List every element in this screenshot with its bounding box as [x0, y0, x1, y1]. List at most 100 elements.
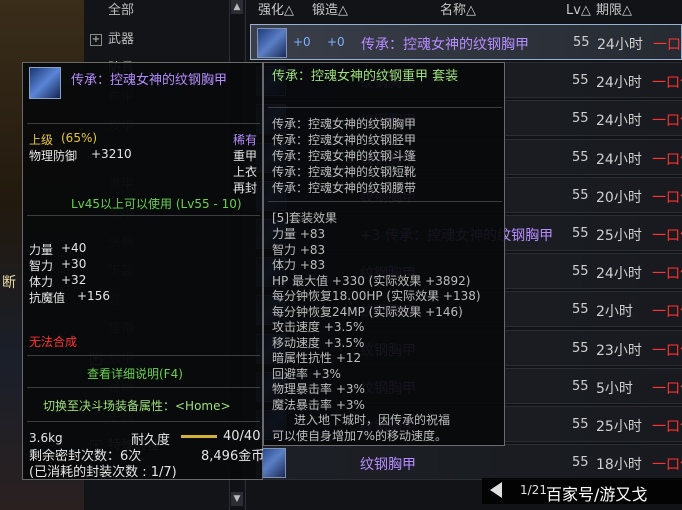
item-name: 传承：控魂女神的纹钢胸甲 [361, 37, 529, 53]
divider [268, 107, 502, 108]
stat-value: +156 [77, 289, 110, 303]
stat-value: +40 [61, 241, 87, 255]
set-effect-line: 每分钟恢复18.00HP (实际效果 +138) [272, 289, 481, 303]
item-level: 55 [572, 73, 589, 89]
divider [27, 123, 260, 124]
scroll-down-icon[interactable]: ▼ [231, 492, 243, 506]
set-effect-line: 魔法暴击率 +3% [272, 397, 365, 412]
expand-icon[interactable]: + [90, 33, 102, 46]
item-type-2: 上衣 [233, 165, 258, 179]
stat-value: +30 [61, 257, 87, 271]
set-effect-line: 智力 +83 [272, 242, 326, 257]
item-level: 55 [572, 417, 589, 432]
defense-label: 物理防御 [29, 149, 78, 163]
table-row[interactable]: 纹钢胸甲 55 18小时一口价 [250, 444, 682, 481]
set-piece: 传承：控魂女神的纹钢短靴 [272, 165, 417, 179]
durability-value: 40/40 [223, 429, 261, 444]
price-type: 一口价 [652, 228, 682, 244]
page-indicator: 1/21 [520, 483, 547, 497]
price-type: 一口价 [652, 113, 682, 130]
scroll-up-icon[interactable]: ▲ [231, 0, 243, 14]
price-type: 一口价 [652, 419, 682, 435]
item-rarity: 稀有 [233, 133, 258, 147]
item-level: 55 [572, 302, 589, 318]
stat-label: 力量 [29, 243, 54, 257]
item-period: 24小时 [597, 37, 643, 53]
item-grade: 上级 [29, 133, 54, 147]
item-period: 25小时 [596, 228, 642, 244]
prev-page-icon[interactable] [490, 482, 502, 498]
item-period: 18小时 [596, 457, 642, 474]
table-row[interactable]: +0 +0 传承：控魂女神的纹钢胸甲 55 24小时一口价 [250, 24, 682, 60]
set-effect-line: 回避率 +3% [272, 366, 341, 381]
set-effect-line: 进入地下城时，因传承的祝福 [294, 413, 451, 427]
price-type: 一口价 [652, 380, 682, 397]
category-item[interactable]: + 武器 [90, 29, 134, 51]
set-piece: 传承：控魂女神的纹钢胸甲 [272, 117, 417, 131]
price-type: 一口价 [653, 37, 682, 53]
set-piece: 传承：控魂女神的纹钢腰带 [272, 181, 417, 195]
item-type-1: 重甲 [233, 149, 258, 163]
category-item[interactable]: 全部 [108, 0, 134, 22]
item-name: 纹钢胸甲 [360, 457, 416, 474]
item-type-3: 再封 [233, 181, 258, 195]
divider [268, 201, 502, 202]
seal-used: (已消耗的封装次数 : 1/7) [29, 465, 177, 480]
stat-label: 智力 [29, 259, 54, 273]
item-period: 24小时 [596, 266, 642, 283]
price-type: 一口价 [652, 342, 682, 359]
durability-bar [181, 435, 217, 438]
set-effect-line: 攻击速度 +3.5% [272, 320, 365, 334]
item-name: 传承：控魂女神的纹钢胸甲 [71, 73, 228, 88]
chest-armor-icon [257, 28, 287, 58]
defense-value: +3210 [91, 147, 132, 161]
item-period: 24小时 [596, 75, 642, 92]
watermark: 百家号/游又戈 [546, 485, 648, 504]
item-level: 55 [573, 35, 590, 50]
set-effect-title: [5]套装效果 [272, 211, 337, 225]
column-forge[interactable]: 锻造△ [312, 0, 348, 22]
item-period: 20小时 [596, 189, 642, 206]
divider [27, 215, 260, 216]
item-level: 55 [572, 340, 589, 356]
item-level: 55 [572, 226, 589, 241]
stat-value: +32 [61, 273, 87, 287]
column-period[interactable]: 期限△ [596, 0, 632, 22]
detail-link[interactable]: 查看详细说明(F4) [87, 365, 183, 382]
chest-armor-icon [29, 67, 61, 99]
forge-value: +0 [327, 35, 345, 49]
item-period: 24小时 [596, 151, 642, 168]
set-effect-line: 暗属性抗性 +12 [272, 351, 362, 365]
column-name[interactable]: 名称△ [440, 0, 476, 22]
price-type: 一口价 [652, 457, 682, 474]
set-effect-line: 力量 +83 [272, 227, 326, 241]
set-effect-line: 体力 +83 [272, 258, 326, 272]
column-enhance[interactable]: 强化△ [258, 0, 294, 22]
background-glyph: 断 [2, 275, 16, 291]
stat-label: 体力 [29, 275, 54, 289]
divider [27, 421, 260, 422]
divider [27, 355, 260, 356]
switch-pvp-text: 切换至决斗场装备属性：<Home> [43, 399, 231, 413]
item-level: 55 [572, 264, 589, 280]
set-effect-line: 物理暴击率 +3% [272, 382, 365, 396]
item-period: 23小时 [596, 342, 642, 359]
set-tooltip: 传承：控魂女神的纹钢重甲 套装 传承：控魂女神的纹钢胸甲 传承：控魂女神的纹钢胫甲… [263, 62, 505, 446]
item-period: 5小时 [596, 380, 633, 397]
item-level: 55 [572, 455, 589, 471]
set-piece: 传承：控魂女神的纹钢斗篷 [272, 149, 417, 163]
enhance-value: +0 [293, 35, 311, 49]
item-price: 8,496金币 [201, 449, 265, 464]
level-requirement: Lv45以上可以使用 (Lv55 - 10) [71, 197, 242, 211]
item-weight: 3.6kg [29, 431, 63, 445]
item-level: 55 [572, 111, 589, 127]
item-tooltip: 传承：控魂女神的纹钢胸甲 上级 (65%) 稀有 物理防御 +3210 重甲 上… [22, 62, 265, 480]
set-title: 传承：控魂女神的纹钢重甲 套装 [272, 69, 459, 84]
category-label: 全部 [108, 3, 135, 18]
column-level[interactable]: Lv△ [566, 0, 591, 22]
item-period: 24小时 [596, 113, 642, 130]
set-effect-line: 每分钟恢复24MP (实际效果 +146) [272, 304, 463, 319]
price-type: 一口价 [652, 304, 682, 321]
item-period: 25小时 [596, 419, 642, 435]
set-piece: 传承：控魂女神的纹钢胫甲 [272, 133, 417, 147]
